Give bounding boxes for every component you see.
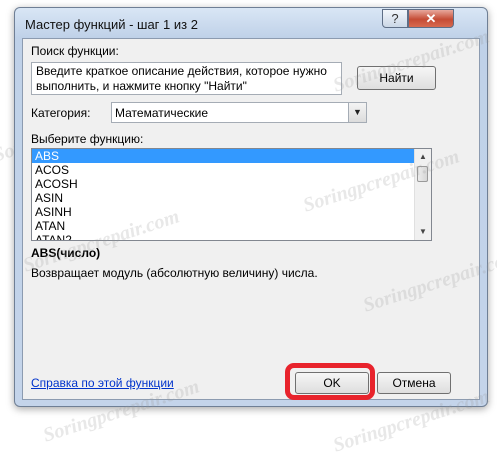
function-signature: ABS(число)	[31, 246, 101, 260]
list-item[interactable]: ACOS	[32, 163, 415, 177]
help-link[interactable]: Справка по этой функции	[31, 376, 174, 390]
list-item[interactable]: ATAN2	[32, 233, 415, 240]
highlight-frame	[285, 363, 375, 400]
category-select[interactable]: Математические ▼	[111, 102, 367, 123]
scroll-up-icon[interactable]: ▲	[415, 149, 431, 165]
scroll-down-icon[interactable]: ▼	[415, 224, 431, 240]
dialog-body: Поиск функции: Введите краткое описание …	[22, 38, 480, 400]
find-button[interactable]: Найти	[357, 66, 436, 90]
scroll-thumb[interactable]	[417, 166, 428, 182]
scrollbar[interactable]: ▲ ▼	[414, 149, 431, 240]
list-item[interactable]: ACOSH	[32, 177, 415, 191]
function-listbox[interactable]: ABS ACOS ACOSH ASIN ASINH ATAN ATAN2 ▲ ▼	[31, 148, 432, 241]
list-item[interactable]: ASINH	[32, 205, 415, 219]
search-input[interactable]: Введите краткое описание действия, котор…	[31, 62, 342, 95]
category-label: Категория:	[31, 106, 91, 120]
cancel-button[interactable]: Отмена	[377, 372, 451, 394]
category-value: Математические	[115, 106, 208, 120]
close-icon[interactable]: ✕	[408, 9, 454, 28]
function-list-items: ABS ACOS ACOSH ASIN ASINH ATAN ATAN2	[32, 149, 431, 240]
help-icon[interactable]: ?	[382, 9, 408, 28]
dialog-title: Мастер функций - шаг 1 из 2	[25, 17, 198, 32]
list-item[interactable]: ASIN	[32, 191, 415, 205]
list-item[interactable]: ABS	[32, 149, 415, 163]
function-wizard-dialog: Мастер функций - шаг 1 из 2 ? ✕ Поиск фу…	[14, 7, 488, 407]
search-label: Поиск функции:	[31, 44, 119, 58]
title-bar[interactable]: Мастер функций - шаг 1 из 2 ? ✕	[15, 8, 487, 38]
function-description: Возвращает модуль (абсолютную величину) …	[31, 266, 318, 280]
chevron-down-icon[interactable]: ▼	[348, 103, 366, 122]
function-list-label: Выберите функцию:	[31, 132, 144, 146]
list-item[interactable]: ATAN	[32, 219, 415, 233]
